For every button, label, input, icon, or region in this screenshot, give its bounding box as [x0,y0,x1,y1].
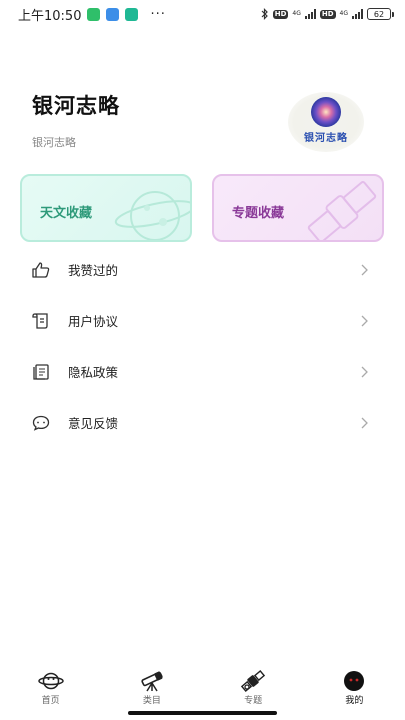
menu-item-user-agreement[interactable]: 用户协议 [0,295,405,346]
mail-app-icon [106,7,120,21]
nav-label: 我的 [345,696,364,706]
hd-badge: HD [272,9,289,19]
status-time: 上午10:50 [18,8,82,24]
menu-label: 用户协议 [68,314,119,329]
signal-icon [304,9,316,19]
nav-label: 专题 [244,696,263,706]
galaxy-icon [311,96,341,127]
menu-label: 我赞过的 [68,263,119,278]
thumbs-up-icon [32,261,50,279]
nav-label: 类目 [142,696,161,706]
topic-collection-label: 专题收藏 [232,206,285,221]
app-logo[interactable]: 银河志略 [288,92,364,152]
astronomy-collection-card[interactable]: 天文收藏 [20,174,192,242]
scroll-icon [32,312,50,330]
planet-decoration-icon [114,191,190,240]
document-icon [32,363,50,381]
alien-avatar-icon [341,670,367,692]
network-label: 4G [292,10,301,17]
chevron-right-icon [361,264,368,275]
home-indicator[interactable] [128,711,277,715]
message-app-icon [125,7,139,21]
profile-subtitle: 银河志略 [32,136,76,149]
menu-label: 隐私政策 [68,365,119,380]
menu-item-privacy-policy[interactable]: 隐私政策 [0,346,405,397]
more-notifications-icon: ··· [150,6,166,22]
battery-level: 62 [373,9,385,19]
telescope-icon [139,670,165,692]
nav-category[interactable]: 类目 [101,670,202,712]
menu-item-feedback[interactable]: 意见反馈 [0,397,405,448]
settings-menu: 我赞过的 用户协议 隐私政策 意见反馈 [0,244,405,448]
satellite-icon [240,670,266,692]
status-right: HD 4G HD 4G 62 [261,8,394,20]
nav-mine[interactable]: 我的 [304,670,405,712]
profile-title: 银河志略 [32,94,120,118]
menu-item-liked[interactable]: 我赞过的 [0,244,405,295]
bluetooth-icon [261,8,268,20]
menu-label: 意见反馈 [68,416,119,431]
status-left: 上午10:50 ··· [18,5,166,24]
status-bar: 上午10:50 ··· HD 4G HD 4G 62 [0,0,405,28]
satellite-decoration-icon [307,181,377,240]
chevron-right-icon [361,315,368,326]
astronomy-collection-label: 天文收藏 [40,206,93,221]
logo-text: 银河志略 [304,132,348,144]
chevron-right-icon [361,417,368,428]
battery-icon: 62 [367,8,394,20]
hd-badge-2: HD [319,9,336,19]
planet-icon [37,670,64,692]
nav-home[interactable]: 首页 [0,670,101,712]
nav-topic[interactable]: 专题 [203,670,304,712]
signal-icon-2 [352,9,363,19]
chevron-right-icon [361,366,368,377]
bottom-navigation: 首页 类目 专题 我的 [0,670,405,712]
nav-label: 首页 [41,696,60,706]
topic-collection-card[interactable]: 专题收藏 [212,174,384,242]
profile-header: 银河志略 银河志略 [32,90,120,150]
network-label-2: 4G [339,10,348,17]
phone-app-icon [87,7,101,21]
chat-bubble-icon [32,414,50,432]
